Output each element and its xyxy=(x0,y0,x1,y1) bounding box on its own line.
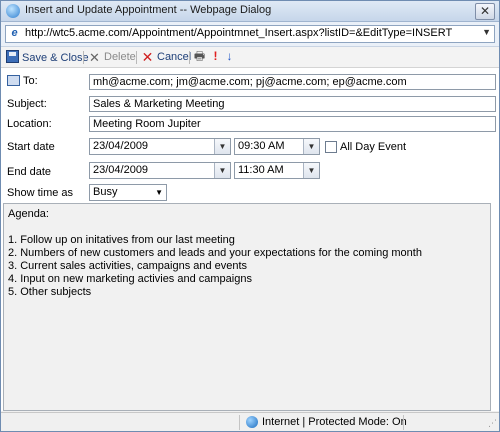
start-date-label: Start date xyxy=(7,141,55,153)
chevron-down-icon[interactable]: ▼ xyxy=(214,139,230,154)
to-label: To: xyxy=(23,75,38,87)
agenda-line: 4. Input on new marketing activies and c… xyxy=(8,273,252,285)
url-field[interactable]: e http://wtc5.acme.com/Appointment/Appoi… xyxy=(5,25,495,43)
start-date-value: 23/04/2009 xyxy=(93,140,149,152)
agenda-textarea[interactable]: Agenda: 1. Follow up on initatives from … xyxy=(3,203,491,411)
status-divider xyxy=(403,415,404,430)
cancel-icon: ✕ xyxy=(141,49,154,65)
resize-grip-icon[interactable]: ⋰ xyxy=(488,418,497,429)
agenda-line: 2. Numbers of new customers and leads an… xyxy=(8,247,422,259)
subject-label: Subject: xyxy=(7,98,47,110)
show-time-as-value: Busy xyxy=(93,186,118,198)
to-field[interactable]: mh@acme.com; jm@acme.com; pj@acme.com; e… xyxy=(89,74,496,90)
delete-button[interactable]: ✕ Delete xyxy=(88,50,136,65)
ie-icon xyxy=(6,4,20,18)
cancel-button[interactable]: ✕ Cancel xyxy=(141,49,192,65)
end-time-value: 11:30 AM xyxy=(238,164,284,176)
status-bar: Internet | Protected Mode: On ⋰ xyxy=(1,412,499,431)
delete-icon: ✕ xyxy=(89,50,100,65)
chevron-down-icon[interactable]: ▼ xyxy=(214,163,230,178)
url-text: http://wtc5.acme.com/Appointment/Appoint… xyxy=(25,27,453,39)
agenda-line: 5. Other subjects xyxy=(8,286,92,298)
close-button[interactable]: ✕ xyxy=(475,3,495,20)
all-day-checkbox[interactable] xyxy=(325,141,337,153)
security-zone-status[interactable]: Internet | Protected Mode: On xyxy=(262,416,407,428)
save-close-button[interactable]: Save & Close xyxy=(6,50,89,65)
agenda-line: 3. Current sales activities, campaigns a… xyxy=(8,260,248,272)
page-icon: e xyxy=(11,27,18,39)
location-field[interactable]: Meeting Room Jupiter xyxy=(89,116,496,132)
chevron-down-icon[interactable]: ▼ xyxy=(482,27,491,37)
to-button[interactable]: To: xyxy=(7,75,38,87)
toolbar-divider xyxy=(136,51,137,64)
show-time-as-label: Show time as xyxy=(7,187,74,199)
agenda-line: 1. Follow up on initatives from our last… xyxy=(8,234,235,246)
globe-icon xyxy=(246,416,258,428)
chevron-down-icon: ▼ xyxy=(155,188,163,197)
end-date-picker[interactable]: 23/04/2009 ▼ xyxy=(89,162,231,179)
chevron-down-icon[interactable]: ▼ xyxy=(303,163,319,178)
printer-icon[interactable]: 🖶 xyxy=(193,50,206,63)
end-date-label: End date xyxy=(7,166,52,178)
appointment-form: To: mh@acme.com; jm@acme.com; pj@acme.co… xyxy=(1,68,499,411)
save-close-label: Save & Close xyxy=(22,52,89,64)
start-date-picker[interactable]: 23/04/2009 ▼ xyxy=(89,138,231,155)
start-time-picker[interactable]: 09:30 AM ▼ xyxy=(234,138,320,155)
title-bar[interactable]: Insert and Update Appointment -- Webpage… xyxy=(1,1,499,22)
toolbar-divider xyxy=(83,51,84,64)
show-time-as-select[interactable]: Busy ▼ xyxy=(89,184,167,201)
dialog-window: Insert and Update Appointment -- Webpage… xyxy=(0,0,500,432)
address-book-icon xyxy=(7,75,20,86)
location-label: Location: xyxy=(7,118,52,130)
toolbar-divider xyxy=(189,51,190,64)
end-time-picker[interactable]: 11:30 AM ▼ xyxy=(234,162,320,179)
end-date-value: 23/04/2009 xyxy=(93,164,149,176)
delete-label: Delete xyxy=(104,51,136,63)
address-bar: e http://wtc5.acme.com/Appointment/Appoi… xyxy=(1,22,499,47)
subject-field[interactable]: Sales & Marketing Meeting xyxy=(89,96,496,112)
all-day-label: All Day Event xyxy=(340,141,407,153)
toolbar: Save & Close ✕ Delete ✕ Cancel 🖶 ! ↓ xyxy=(1,47,499,68)
start-time-value: 09:30 AM xyxy=(238,140,285,152)
cancel-label: Cancel xyxy=(157,51,192,63)
status-divider xyxy=(239,415,240,430)
chevron-down-icon[interactable]: ▼ xyxy=(303,139,319,154)
window-title: Insert and Update Appointment -- Webpage… xyxy=(25,4,272,16)
importance-low-icon[interactable]: ↓ xyxy=(223,50,236,63)
save-icon xyxy=(6,50,19,63)
importance-high-icon[interactable]: ! xyxy=(209,50,222,63)
agenda-line: Agenda: xyxy=(8,208,49,220)
